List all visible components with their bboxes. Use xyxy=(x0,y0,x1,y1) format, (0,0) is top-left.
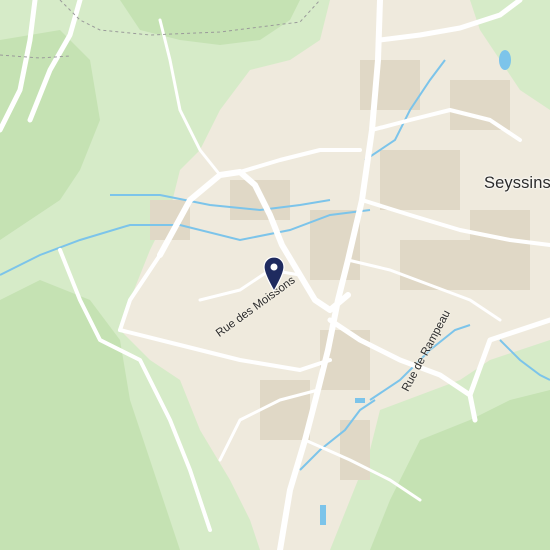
location-pin-icon[interactable] xyxy=(263,256,285,292)
map-canvas[interactable]: Seyssins Rue des Moissons Rue de Rampeau xyxy=(0,0,550,550)
place-label-seyssins: Seyssins xyxy=(484,174,550,192)
